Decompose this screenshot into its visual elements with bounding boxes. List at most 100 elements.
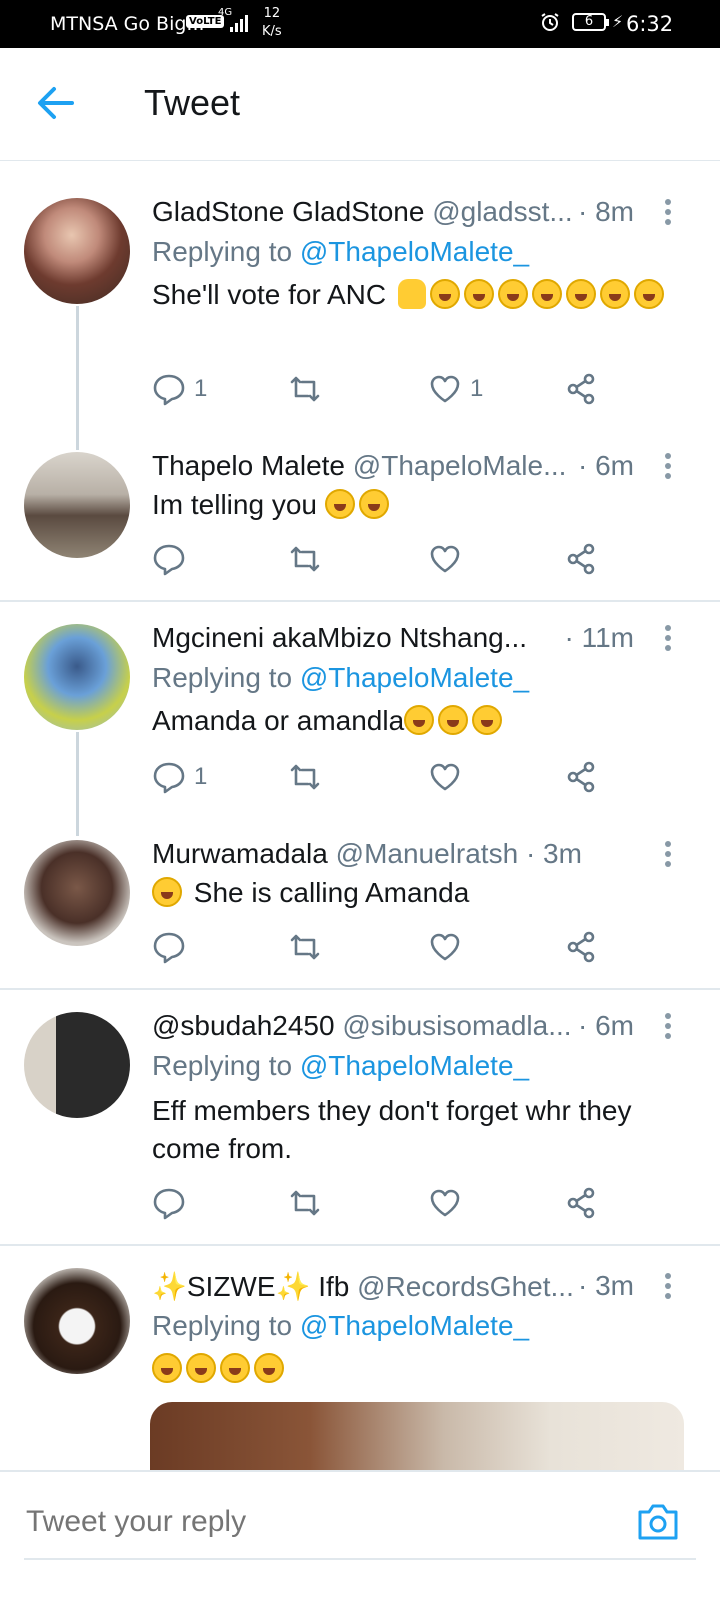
author-name[interactable]: SIZWE xyxy=(187,1271,276,1302)
reply-button[interactable]: 1 xyxy=(152,760,207,794)
retweet-button[interactable] xyxy=(288,372,322,406)
mention-link[interactable]: @ThapeloMalete_ xyxy=(300,236,529,267)
tweet-text: Eff members they don't forget whr they c… xyxy=(152,1095,632,1164)
tweet-time: · 3m xyxy=(572,1270,634,1302)
author-name[interactable]: Murwamadala xyxy=(152,838,328,869)
retweet-button[interactable] xyxy=(288,542,322,576)
like-button[interactable]: 1 xyxy=(428,372,483,406)
network-speed: 12 K/s xyxy=(262,6,282,39)
sparkle-icon: ✨ xyxy=(152,1271,187,1302)
like-button[interactable] xyxy=(428,1186,462,1220)
author-handle: @gladsst... xyxy=(432,196,573,227)
tweet-time: · 8m xyxy=(572,196,634,228)
retweet-button[interactable] xyxy=(288,930,322,964)
tweet-media-image[interactable] xyxy=(150,1402,684,1472)
rofl-emoji xyxy=(531,279,562,309)
more-icon[interactable] xyxy=(658,622,678,652)
tweet-text: Amanda or amandla xyxy=(152,702,670,740)
tweet-time: · 6m xyxy=(572,1010,634,1042)
page-title: Tweet xyxy=(144,82,241,123)
author-name[interactable]: Mgcineni akaMbizo Ntshang... xyxy=(152,622,527,653)
author-name[interactable]: GladStone GladStone xyxy=(152,196,424,227)
like-button[interactable] xyxy=(428,930,462,964)
avatar[interactable] xyxy=(24,198,130,304)
input-underline xyxy=(24,1558,696,1560)
tweet-text: She'll vote for ANC xyxy=(152,276,670,314)
tweet-header: ✨SIZWE✨ Ifb @RecordsGhet... xyxy=(152,1270,634,1303)
mention-link[interactable]: @ThapeloMalete_ xyxy=(300,662,529,693)
share-button[interactable] xyxy=(564,1186,598,1220)
avatar[interactable] xyxy=(24,452,130,558)
reply-bar xyxy=(0,1470,720,1602)
mention-link[interactable]: @ThapeloMalete_ xyxy=(300,1310,529,1341)
replying-to: Replying to @ThapeloMalete_ xyxy=(152,662,530,693)
reply-button[interactable] xyxy=(152,930,186,964)
like-icon xyxy=(430,545,460,573)
share-icon xyxy=(567,1187,595,1219)
retweet-button[interactable] xyxy=(288,1186,322,1220)
author-handle: @ThapeloMale... xyxy=(352,450,567,481)
avatar[interactable] xyxy=(24,1012,130,1118)
reply-icon xyxy=(153,374,185,406)
share-icon xyxy=(567,373,595,405)
like-icon xyxy=(430,763,460,791)
rofl-emoji xyxy=(565,279,596,309)
tweet-actions xyxy=(152,542,622,582)
more-icon[interactable] xyxy=(658,450,678,480)
reply-input[interactable] xyxy=(24,1504,588,1540)
more-icon[interactable] xyxy=(658,1270,678,1300)
retweet-icon xyxy=(290,1190,320,1216)
more-icon[interactable] xyxy=(658,838,678,868)
camera-icon[interactable] xyxy=(636,1502,680,1542)
avatar[interactable] xyxy=(24,1268,130,1374)
retweet-icon xyxy=(290,376,320,402)
back-arrow-icon[interactable] xyxy=(36,86,74,120)
reply-count: 1 xyxy=(194,375,208,402)
like-count: 1 xyxy=(470,375,484,402)
avatar[interactable] xyxy=(24,624,130,730)
joy-emoji xyxy=(152,1353,182,1383)
share-button[interactable] xyxy=(564,760,598,794)
tweet-time: · 3m xyxy=(525,838,582,869)
author-name-suffix: Ifb xyxy=(318,1271,350,1302)
avatar[interactable] xyxy=(24,840,130,946)
reply-button[interactable] xyxy=(152,542,186,576)
share-button[interactable] xyxy=(564,542,598,576)
divider xyxy=(0,600,720,602)
reply-icon xyxy=(153,762,185,794)
battery-icon: 6 xyxy=(572,13,609,31)
like-icon xyxy=(430,375,460,403)
rofl-emoji xyxy=(324,489,355,519)
tweet-actions: 1 xyxy=(152,760,622,800)
status-bar: MTNSA Go Big... VoLTE 4G 12 K/s 6 ⚡ 6:32 xyxy=(0,0,720,48)
reply-icon xyxy=(153,544,185,576)
mention-link[interactable]: @ThapeloMalete_ xyxy=(300,1050,529,1081)
joy-emoji xyxy=(186,1353,216,1383)
retweet-icon xyxy=(290,934,320,960)
tweet-actions xyxy=(152,1186,622,1226)
more-icon[interactable] xyxy=(658,196,678,226)
retweet-button[interactable] xyxy=(288,760,322,794)
reply-button[interactable] xyxy=(152,1186,186,1220)
author-name[interactable]: Thapelo Malete xyxy=(152,450,345,481)
like-button[interactable] xyxy=(428,542,462,576)
replying-to: Replying to @ThapeloMalete_ xyxy=(152,236,530,267)
share-button[interactable] xyxy=(564,930,598,964)
retweet-icon xyxy=(290,546,320,572)
rofl-emoji xyxy=(633,279,664,309)
reply-button[interactable]: 1 xyxy=(152,372,207,406)
tweet-text: She is calling Amanda xyxy=(152,874,670,912)
tweet-text: Im telling you xyxy=(152,486,670,524)
author-name[interactable]: @sbudah2450 xyxy=(152,1010,335,1041)
joy-emoji xyxy=(472,705,503,735)
tweet-time: · 6m xyxy=(572,450,634,482)
rofl-emoji xyxy=(429,279,460,309)
tweet-time: · 11m xyxy=(558,622,634,654)
share-button[interactable] xyxy=(564,372,598,406)
more-icon[interactable] xyxy=(658,1010,678,1040)
divider xyxy=(0,1244,720,1246)
author-handle: @RecordsGhet... xyxy=(357,1271,574,1302)
charging-icon: ⚡ xyxy=(612,12,624,31)
top-app-bar: Tweet xyxy=(0,48,720,161)
like-button[interactable] xyxy=(428,760,462,794)
